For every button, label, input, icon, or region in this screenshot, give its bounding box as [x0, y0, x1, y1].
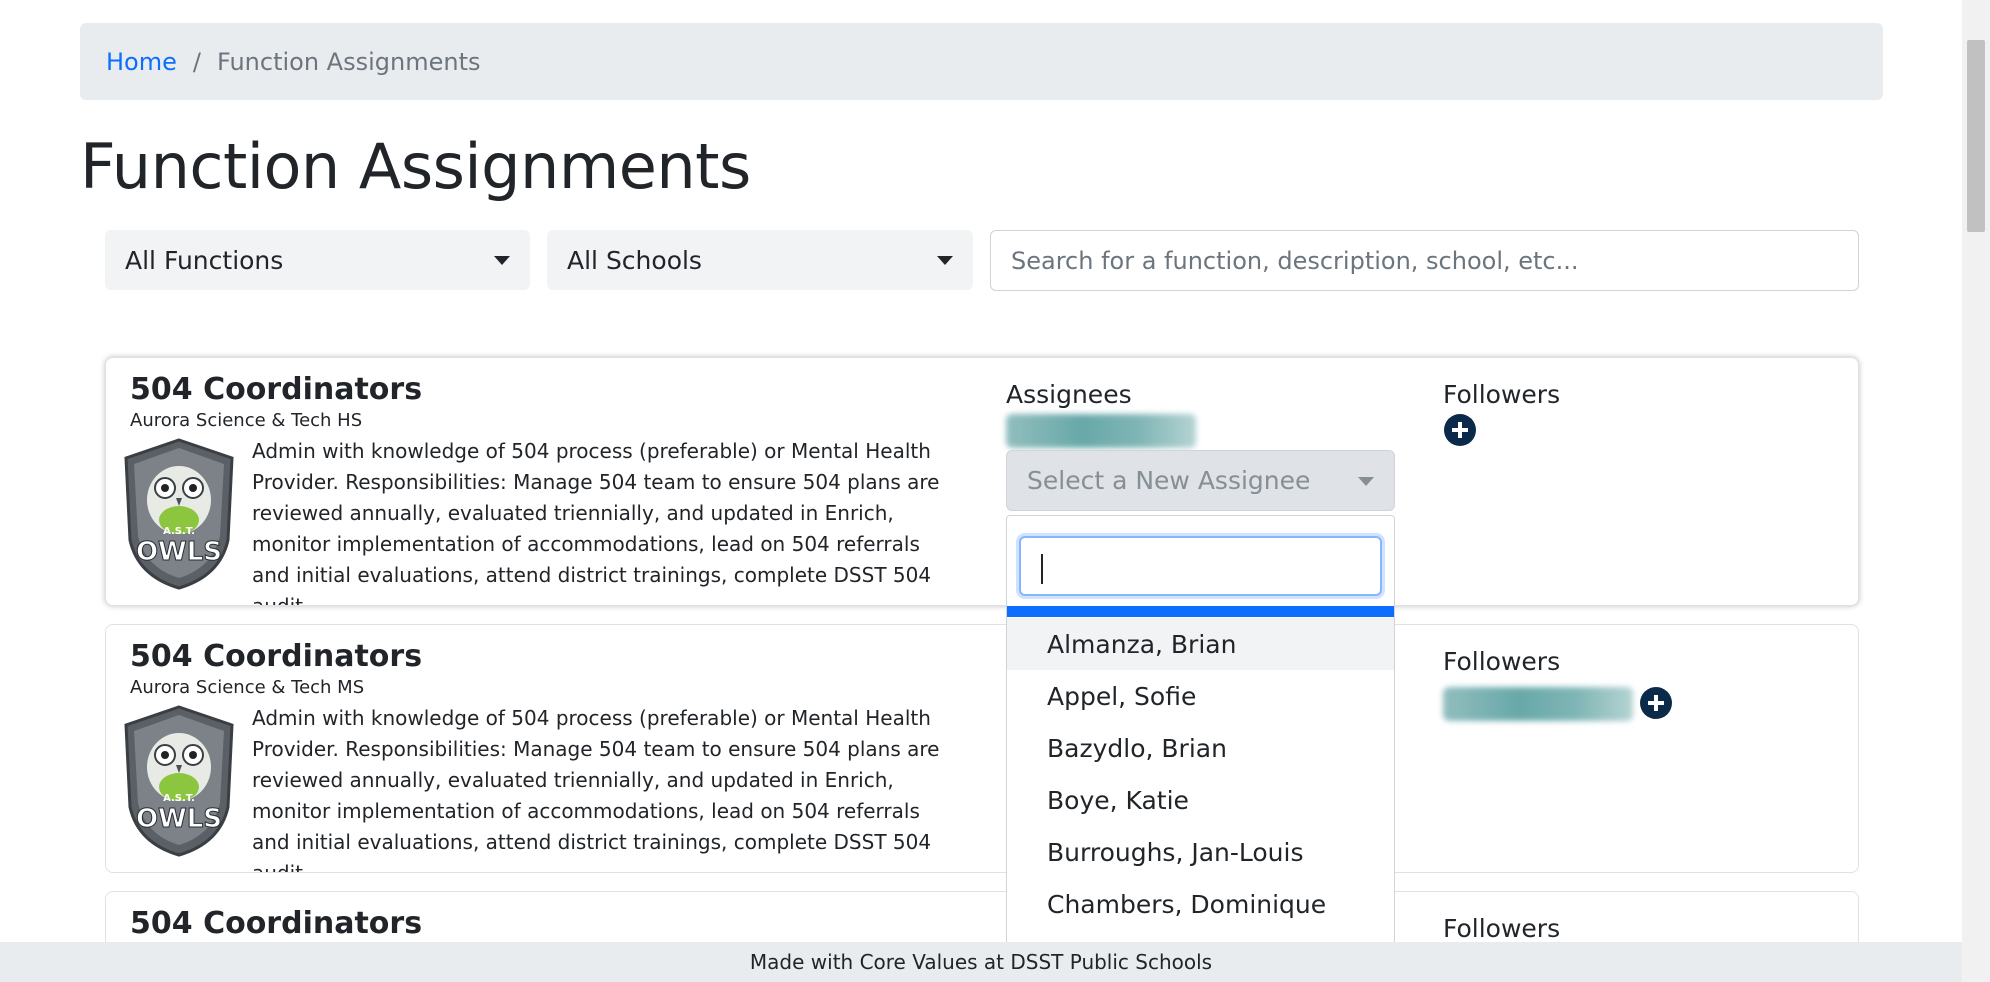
functions-filter-select[interactable]: All Functions [105, 230, 530, 290]
dropdown-highlight-bar [1007, 606, 1394, 617]
dropdown-option[interactable]: Boye, Katie [1007, 774, 1394, 826]
school-logo: A.S.T. OWLS [124, 438, 234, 590]
function-card: 504 Coordinators Aurora Science & Tech M… [105, 624, 1859, 873]
page-title: Function Assignments [80, 130, 751, 203]
dropdown-option[interactable]: Appel, Sofie [1007, 670, 1394, 722]
footer: Made with Core Values at DSST Public Sch… [0, 942, 1962, 982]
add-follower-icon[interactable] [1444, 414, 1476, 446]
search-input[interactable]: Search for a function, description, scho… [990, 230, 1859, 291]
function-school: Aurora Science & Tech MS [130, 677, 365, 698]
logo-text-main: OWLS [136, 804, 222, 834]
assignee-dropdown: Almanza, Brian Appel, Sofie Bazydlo, Bri… [1006, 515, 1395, 945]
function-description: Admin with knowledge of 504 process (pre… [252, 706, 940, 873]
search-placeholder: Search for a function, description, scho… [1011, 246, 1579, 275]
text-cursor [1041, 554, 1043, 584]
function-title: 504 Coordinators [130, 639, 423, 674]
logo-text-top: A.S.T. [163, 793, 195, 804]
function-title: 504 Coordinators [130, 372, 423, 407]
scrollbar-thumb[interactable] [1967, 40, 1985, 232]
caret-down-icon [1358, 477, 1374, 486]
dropdown-option[interactable]: Almanza, Brian [1007, 618, 1394, 670]
dropdown-option[interactable]: Bazydlo, Brian [1007, 722, 1394, 774]
assignees-label: Assignees [1006, 380, 1132, 409]
followers-label: Followers [1443, 914, 1561, 943]
assignee-select-placeholder: Select a New Assignee [1027, 466, 1311, 495]
followers-label: Followers [1443, 380, 1561, 409]
assignee-select[interactable]: Select a New Assignee [1006, 450, 1395, 511]
breadcrumb: Home / Function Assignments [80, 23, 1883, 100]
dropdown-option[interactable]: Chambers, Dominique [1007, 878, 1394, 930]
caret-down-icon [494, 256, 510, 265]
school-logo: A.S.T. OWLS [124, 705, 234, 857]
function-description: Admin with knowledge of 504 process (pre… [252, 439, 940, 606]
follower-name-redacted [1443, 687, 1633, 721]
logo-text-top: A.S.T. [163, 526, 195, 537]
breadcrumb-current: Function Assignments [216, 47, 481, 76]
schools-filter-value: All Schools [567, 245, 702, 275]
function-school: Aurora Science & Tech HS [130, 410, 363, 431]
caret-down-icon [937, 256, 953, 265]
breadcrumb-home-link[interactable]: Home [106, 48, 177, 76]
function-card: 504 Coordinators Aurora Science & Tech H… [105, 357, 1859, 606]
add-follower-icon[interactable] [1640, 687, 1672, 719]
breadcrumb-separator: / [192, 47, 201, 76]
schools-filter-select[interactable]: All Schools [547, 230, 973, 290]
functions-filter-value: All Functions [125, 245, 284, 275]
assignee-name-redacted [1006, 414, 1196, 448]
page-scrollbar[interactable] [1962, 0, 1990, 982]
followers-label: Followers [1443, 647, 1561, 676]
function-title: 504 Coordinators [130, 906, 423, 941]
logo-text-main: OWLS [136, 537, 222, 567]
dropdown-search-input[interactable] [1019, 536, 1382, 596]
dropdown-option[interactable]: Burroughs, Jan-Louis [1007, 826, 1394, 878]
